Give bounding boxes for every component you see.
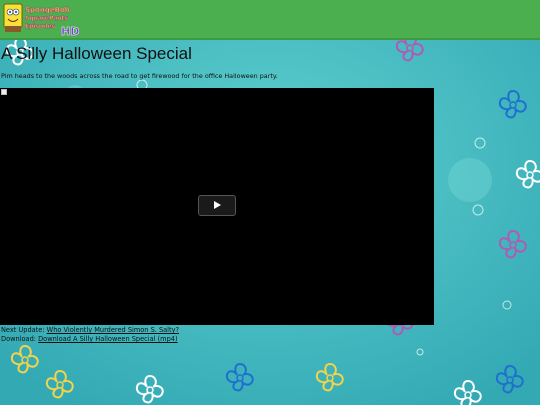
download-link[interactable]: Download A Silly Halloween Special (mp4)	[38, 335, 177, 343]
next-update-line: Next Update: Who Violently Murdered Simo…	[1, 326, 179, 334]
logo-badge: HD	[61, 25, 79, 36]
broken-image-icon	[1, 89, 7, 95]
site-logo[interactable]: SpongeBob SquarePants Episodes HD	[3, 2, 79, 36]
next-update-link[interactable]: Who Violently Murdered Simon S. Salty?	[47, 326, 179, 334]
logo-text-line1: SpongeBob	[25, 6, 70, 14]
site-header: SpongeBob SquarePants Episodes HD	[0, 0, 540, 40]
play-icon	[214, 201, 221, 209]
logo-text-line2: SquarePants	[25, 15, 68, 22]
episode-description: Pim heads to the woods across the road t…	[1, 72, 278, 80]
next-update-label: Next Update:	[1, 326, 45, 334]
page-title: A Silly Halloween Special	[1, 44, 192, 63]
play-button[interactable]	[198, 195, 236, 216]
video-player[interactable]	[0, 88, 434, 325]
logo-text-line3: Episodes	[25, 23, 56, 30]
download-line: Download: Download A Silly Halloween Spe…	[1, 335, 178, 343]
download-label: Download:	[1, 335, 36, 343]
